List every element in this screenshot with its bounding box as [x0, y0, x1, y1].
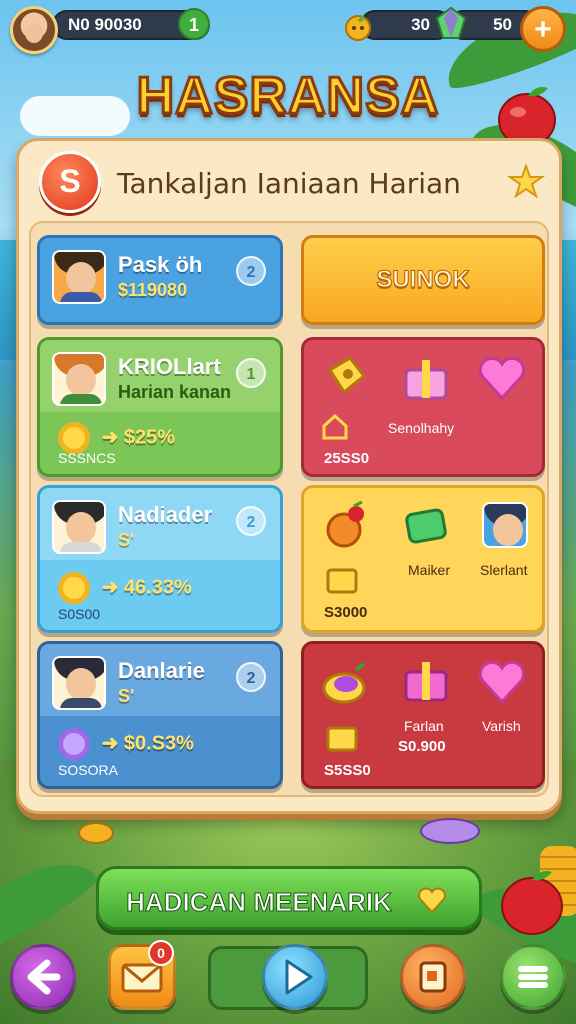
pineapple-icon	[345, 12, 371, 41]
panel-title: Tankaljan Ianiaan Harian	[117, 167, 461, 200]
task-number: 2	[236, 662, 266, 692]
gold-bars-icon	[326, 568, 358, 594]
task-subtitle: S'	[118, 530, 135, 550]
reward-card[interactable]: Farlan S0.900 Varish S5SS0	[301, 641, 545, 789]
gem-count: 50	[493, 15, 512, 34]
top-hud: N0 90030 1 30 50 +	[0, 0, 576, 56]
menu-icon	[518, 966, 548, 988]
panel-badge: S	[39, 151, 101, 213]
arrow-icon: ➜	[101, 732, 124, 755]
character-portrait	[482, 502, 528, 548]
reward-amount: S3000	[324, 604, 368, 621]
reward-amount: 25SS0	[324, 450, 370, 467]
task-footnote: S0S00	[58, 606, 101, 622]
play-icon	[285, 959, 313, 995]
task-card[interactable]: Nadiader S' 2 ➜ 46.33% S0S00	[37, 485, 283, 633]
gold-bars-icon	[326, 726, 358, 752]
task-subtitle: Harian kanan	[118, 382, 232, 402]
task-card[interactable]: KRIOLlart Harian kanan 1 ➜ $25% SSSNCS	[37, 337, 283, 477]
character-portrait	[52, 352, 106, 406]
task-footnote: SSSNCS	[58, 450, 116, 466]
task-name: Nadiader	[118, 502, 213, 527]
daily-reward-panel: S Tankaljan Ianiaan Harian Pask öh $1190…	[16, 138, 562, 814]
fruit-basket-icon	[326, 500, 364, 548]
green-gem-icon	[405, 508, 447, 544]
ticket-icon	[327, 356, 367, 395]
task-name: Pask öh	[118, 252, 203, 277]
heart-icon	[478, 356, 526, 401]
claim-all-label: HADICAN MEENARIK	[126, 887, 393, 918]
arrow-icon: ➜	[101, 426, 124, 449]
reward-value: 46.33%	[123, 576, 192, 599]
reward-label: Maiker	[408, 562, 451, 578]
star-icon	[507, 163, 545, 199]
character-portrait	[52, 656, 106, 710]
shop-button[interactable]	[400, 944, 466, 1010]
task-number: 2	[236, 506, 266, 536]
coin-decoration	[78, 822, 114, 844]
coin-icon	[58, 728, 90, 760]
game-title: HASRANSA	[135, 66, 440, 127]
gem-icon	[435, 6, 467, 39]
gift-box-icon	[404, 360, 448, 400]
reward-amount: S5SS0	[324, 762, 371, 779]
task-name: KRIOLlart	[118, 354, 221, 379]
reward-value: $0.S3%	[123, 732, 194, 755]
reward-amount: S0.900	[398, 738, 446, 755]
reward-row: ➜ $0.S3%	[58, 728, 194, 760]
heart-icon	[478, 660, 526, 705]
task-subtitle: S'	[118, 686, 135, 706]
back-button[interactable]	[10, 944, 76, 1010]
house-icon	[322, 413, 348, 440]
reward-label: Farlan	[404, 718, 444, 734]
level-badge: 1	[178, 8, 210, 40]
reward-card[interactable]: Maiker Slerlant S3000	[301, 485, 545, 633]
gift-box-icon	[404, 662, 448, 702]
notification-badge: 0	[148, 940, 174, 966]
player-avatar[interactable]	[10, 6, 58, 54]
shop-icon	[419, 961, 447, 993]
task-reward: $119080	[118, 280, 188, 300]
task-name: Danlarie	[118, 658, 205, 683]
eggplant-icon	[322, 662, 366, 704]
reward-label: Slerlant	[480, 562, 528, 578]
arrow-icon: ➜	[101, 576, 124, 599]
reward-row: ➜ 46.33%	[58, 572, 192, 604]
fruit-count: 30	[411, 15, 430, 34]
character-portrait	[52, 500, 106, 554]
coin-icon	[58, 572, 90, 604]
play-button[interactable]	[262, 944, 328, 1010]
player-value: N0 90030	[68, 15, 142, 34]
claim-button[interactable]: SUINOK	[301, 235, 545, 325]
panel-content: Pask öh $119080 2 SUINOK KRIOLlart Haria…	[29, 221, 549, 797]
task-card[interactable]: Pask öh $119080 2	[37, 235, 283, 325]
claim-all-button[interactable]: HADICAN MEENARIK	[96, 866, 482, 930]
arrow-left-icon	[27, 959, 61, 995]
character-portrait	[52, 250, 106, 304]
reward-label: Senolhahy	[388, 420, 455, 436]
reward-card[interactable]: Senolhahy 25SS0	[301, 337, 545, 477]
task-card[interactable]: Danlarie S' 2 ➜ $0.S3% SOSORA	[37, 641, 283, 789]
heart-icon	[418, 887, 446, 914]
reward-value: $25%	[123, 426, 176, 449]
add-currency-button[interactable]: +	[520, 6, 566, 52]
claim-button-label: SUINOK	[376, 266, 470, 294]
menu-button[interactable]	[500, 944, 566, 1010]
gem-decoration	[420, 818, 480, 844]
apple-icon	[501, 871, 563, 935]
task-footnote: SOSORA	[58, 762, 118, 778]
reward-label: Varish	[482, 718, 521, 734]
task-number: 2	[236, 256, 266, 286]
task-number: 1	[236, 358, 266, 388]
